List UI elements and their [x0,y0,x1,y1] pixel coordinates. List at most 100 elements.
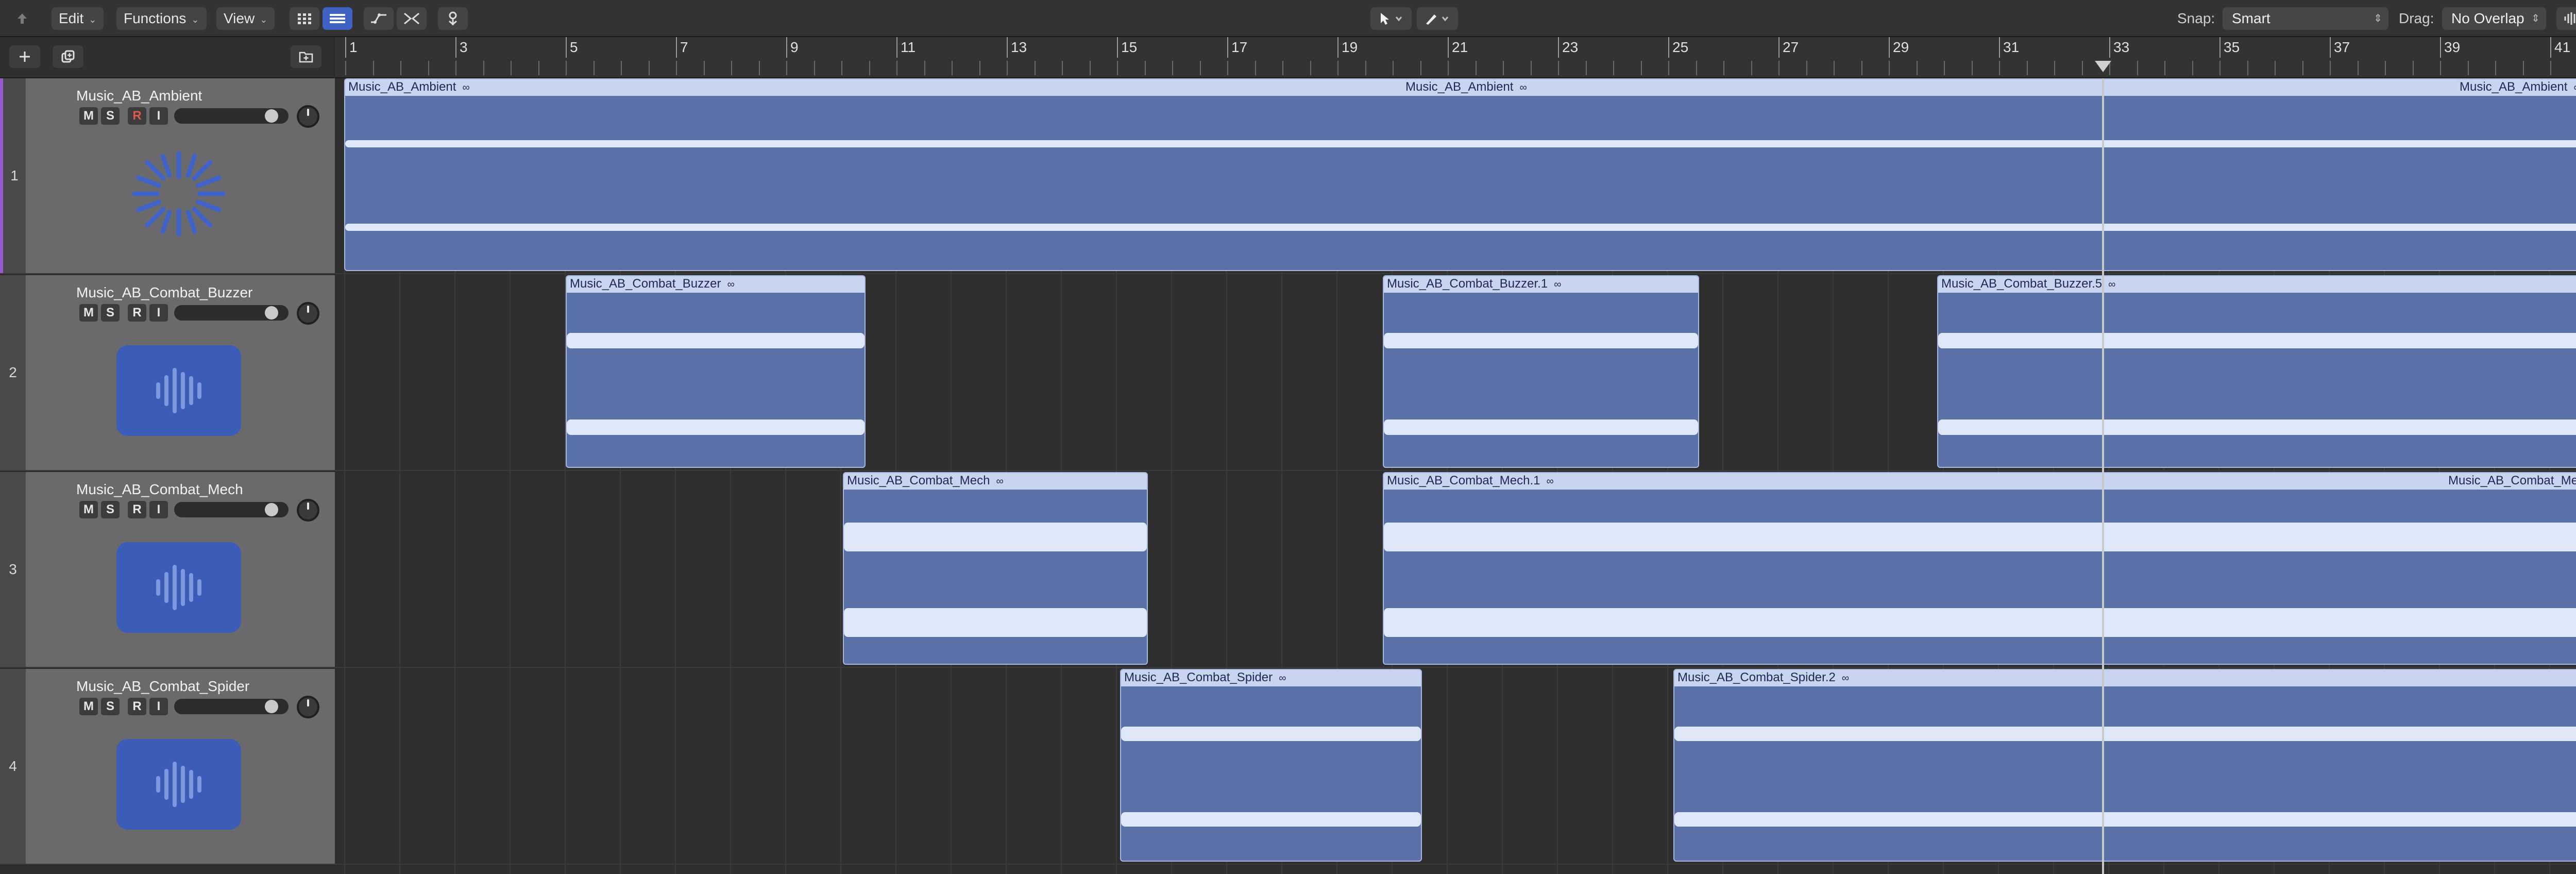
record-enable-button[interactable]: R [128,304,146,322]
pan-knob[interactable] [297,696,319,718]
beat-tick [400,61,401,75]
track-name[interactable]: Music_AB_Combat_Spider [76,678,249,695]
beat-tick [1916,61,1918,75]
back-arrow-icon[interactable] [7,7,37,30]
audio-region[interactable]: Music_AB_Combat_Buzzer ∞ [566,275,866,468]
volume-slider[interactable] [174,108,289,124]
record-enable-button[interactable]: R [128,698,146,715]
region-header: Music_AB_Combat_Spider.2 ∞ [1674,670,2576,686]
audio-region[interactable]: Music_AB_Combat_Mech ∞ [843,472,1148,665]
add-track-button[interactable] [9,45,40,68]
loop-icon: ∞ [462,82,470,93]
bar-ruler[interactable]: 1 3 5 7 9 11 13 15 17 19 21 23 25 27 29 31 33 35 37 39 41 [335,37,2576,78]
track-name[interactable]: Music_AB_Combat_Mech [76,481,243,498]
audio-region[interactable]: Music_AB_Combat_Spider ∞ [1120,669,1422,862]
beat-tick [1007,61,1008,75]
volume-slider[interactable] [174,502,289,517]
volume-slider-knob[interactable] [265,503,278,516]
waveform-zoom-icon[interactable] [2556,7,2576,30]
audio-region[interactable]: Music_AB_Combat_Spider.2 ∞ [1673,669,2576,862]
pencil-tool-menu[interactable] [1417,7,1458,30]
track-name[interactable]: Music_AB_Ambient [76,88,202,104]
list-view-icon[interactable] [323,7,352,30]
audio-region[interactable]: Music_AB_Combat_Buzzer.1 ∞ [1383,275,1699,468]
beat-tick [952,61,953,75]
new-folder-button[interactable] [291,45,321,68]
playhead[interactable] [2102,78,2104,874]
record-enable-button[interactable]: R [128,501,146,518]
beat-tick [2302,61,2303,75]
beat-tick [1503,61,1504,75]
drag-value: No Overlap [2451,10,2524,26]
volume-slider[interactable] [174,699,289,714]
bar-tick [1007,37,1008,58]
beat-tick [1062,61,1063,75]
functions-menu[interactable]: Functions ⌄ [116,7,207,30]
beat-tick [1723,61,1724,75]
bar-number: 33 [2113,39,2130,55]
solo-button[interactable]: S [101,107,120,125]
region-name: Music_AB_Combat_Mech.1 ∞ [1387,474,1554,488]
loop-icon: ∞ [1554,279,1562,290]
pan-knob[interactable] [297,105,319,128]
track-header-3[interactable]: 3 Music_AB_Combat_Mech M S R I [0,472,335,668]
pan-knob[interactable] [297,499,319,522]
bar-tick [2550,37,2551,58]
input-monitor-button[interactable]: I [149,107,168,125]
beat-tick [2357,61,2359,75]
region-name-text: Music_AB_Combat_Mech.1 [1387,474,1540,488]
audio-region[interactable]: Music_AB_Combat_Mech.1 ∞ Music_AB_Combat_… [1383,472,2576,665]
beat-tick [1558,61,1559,75]
volume-slider-knob[interactable] [265,109,278,123]
track-header-1[interactable]: 1 Music_AB_Ambient M S R I [0,78,335,274]
view-menu-label: View [224,10,255,26]
solo-button[interactable]: S [101,501,120,518]
track-header-4[interactable]: 4 Music_AB_Combat_Spider M S R I [0,669,335,865]
track-name[interactable]: Music_AB_Combat_Buzzer [76,284,252,301]
waveform [1384,523,2576,551]
mute-button[interactable]: M [79,107,98,125]
track-header-2[interactable]: 2 Music_AB_Combat_Buzzer M S R I [0,275,335,471]
catch-playhead-icon[interactable] [438,7,468,30]
beat-tick [1861,61,1862,75]
solo-button[interactable]: S [101,698,120,715]
audio-region[interactable]: Music_AB_Combat_Buzzer.5 ∞ [1937,275,2576,468]
audio-region[interactable]: Music_AB_Ambient ∞ Music_AB_Ambient ∞ Musi… [344,78,2576,271]
track-list-footer [0,866,335,874]
duplicate-track-button[interactable] [53,45,83,68]
input-monitor-button[interactable]: I [149,304,168,322]
input-monitor-button[interactable]: I [149,501,168,518]
drag-select[interactable]: No Overlap ⇕ [2442,7,2546,30]
grid-view-icon[interactable] [290,7,319,30]
bar-number: 3 [460,39,468,55]
mute-button[interactable]: M [79,501,98,518]
beat-tick [648,61,650,75]
mute-button[interactable]: M [79,304,98,322]
track-number: 2 [0,275,26,470]
edit-menu[interactable]: Edit ⌄ [52,7,104,30]
view-menu[interactable]: View ⌄ [216,7,275,30]
tracks-area[interactable]: Music_AB_Ambient ∞ Music_AB_Ambient ∞ Musi… [335,78,2576,874]
input-monitor-button[interactable]: I [149,698,168,715]
bar-tick [2440,37,2441,58]
region-name: Music_AB_Combat_Buzzer.1 ∞ [1387,277,1561,291]
beat-tick [1613,61,1614,75]
volume-slider-knob[interactable] [265,700,278,713]
playhead-handle[interactable] [2095,61,2111,72]
pan-knob[interactable] [297,302,319,325]
bar-tick [1668,37,1669,58]
waveform [1384,608,2576,637]
record-enable-button[interactable]: R [128,107,146,125]
volume-slider-knob[interactable] [265,306,278,320]
volume-slider[interactable] [174,305,289,321]
solo-button[interactable]: S [101,304,120,322]
region-name: Music_AB_Combat_Spider.2 ∞ [1677,670,1849,685]
flex-time-icon[interactable] [397,7,427,30]
pointer-tool-menu[interactable] [1370,7,1412,30]
beat-tick [1999,61,2000,75]
beat-tick [1530,61,1532,75]
bar-number: 1 [349,39,358,55]
mute-button[interactable]: M [79,698,98,715]
automation-icon[interactable] [364,7,394,30]
snap-select[interactable]: Smart ⇕ [2223,7,2388,30]
